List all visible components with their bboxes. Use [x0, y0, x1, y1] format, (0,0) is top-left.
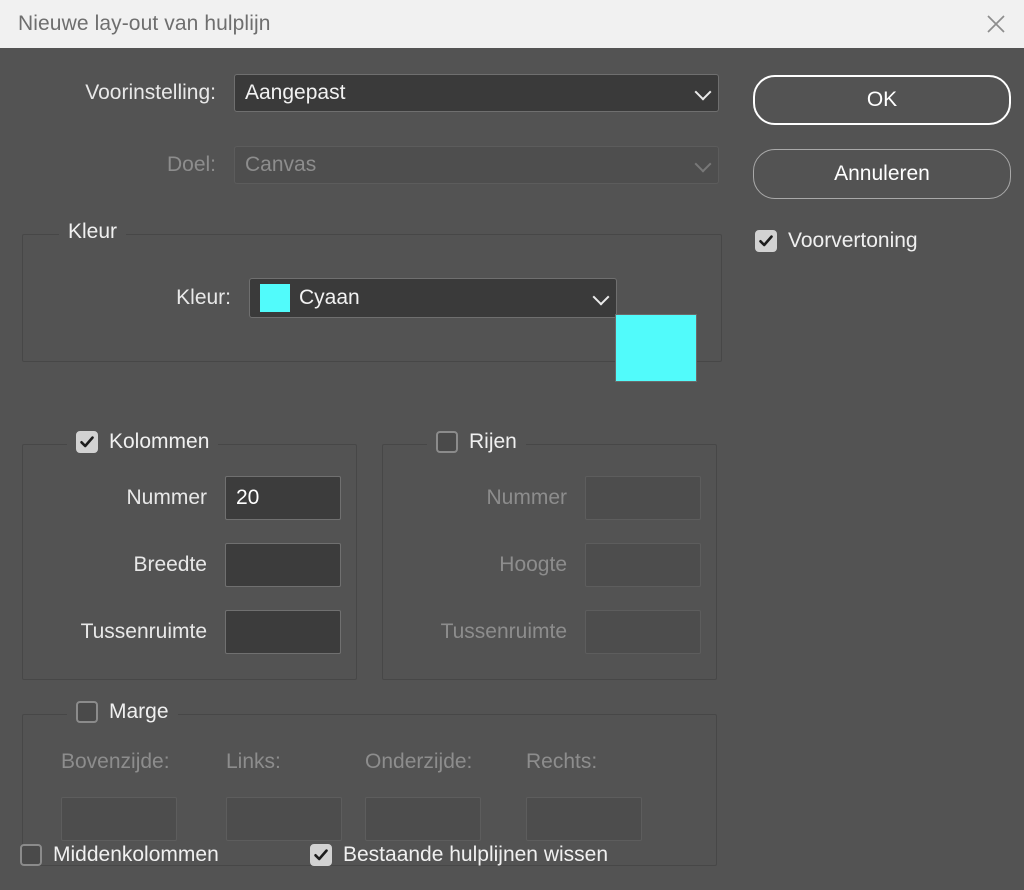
columns-number-input[interactable]: 20 [225, 476, 341, 520]
rows-group-legend-wrap: Rijen [427, 430, 526, 454]
margin-group-legend: Marge [109, 700, 169, 723]
rows-number-label: Nummer [486, 486, 567, 509]
center-columns-checkbox[interactable] [20, 844, 42, 866]
target-select-value: Canvas [245, 153, 317, 176]
ok-button[interactable]: OK [753, 75, 1011, 125]
rows-gutter-label: Tussenruimte [440, 620, 567, 643]
margin-left-label: Links: [226, 750, 281, 773]
margin-top-input [61, 797, 177, 841]
margin-group-legend-wrap: Marge [67, 700, 178, 724]
title-bar: Nieuwe lay-out van hulplijn [0, 0, 1024, 48]
rows-number-input [585, 476, 701, 520]
columns-width-row: Breedte [37, 543, 347, 587]
center-columns-row[interactable]: Middenkolommen [20, 843, 219, 867]
chevron-down-icon [592, 288, 610, 306]
columns-group-legend-wrap: Kolommen [67, 430, 219, 454]
rows-group: Rijen Nummer Hoogte Tussenruimte [382, 430, 717, 680]
ok-button-label: OK [866, 88, 898, 111]
columns-number-label: Nummer [126, 486, 207, 509]
color-field-row: Kleur: Cyaan [133, 278, 617, 318]
rows-gutter-row: Tussenruimte [397, 610, 707, 654]
columns-number-value: 20 [236, 486, 260, 509]
margin-right-label: Rechts: [526, 750, 598, 773]
clear-guides-row[interactable]: Bestaande hulplijnen wissen [310, 843, 608, 867]
color-swatch-mini [260, 284, 290, 312]
rows-gutter-input [585, 610, 701, 654]
columns-gutter-row: Tussenruimte [37, 610, 347, 654]
preset-select-value: Aangepast [245, 81, 346, 104]
color-select[interactable]: Cyaan [249, 278, 617, 318]
rows-group-checkbox[interactable] [436, 431, 458, 453]
margin-bottom-input [365, 797, 481, 841]
margin-left-input [226, 797, 342, 841]
close-icon[interactable] [968, 0, 1024, 48]
cancel-button-label: Annuleren [834, 162, 930, 185]
center-columns-label: Middenkolommen [53, 843, 219, 866]
rows-height-row: Hoogte [397, 543, 707, 587]
margin-group-checkbox[interactable] [76, 701, 98, 723]
color-group: Kleur Kleur: Cyaan [22, 220, 722, 382]
columns-gutter-input[interactable] [225, 610, 341, 654]
color-group-legend: Kleur [59, 220, 127, 244]
chevron-down-icon [694, 83, 712, 101]
target-label: Doel: [166, 153, 216, 176]
rows-group-legend: Rijen [469, 430, 517, 453]
columns-number-row: Nummer 20 [37, 476, 347, 520]
columns-group-legend: Kolommen [109, 430, 210, 453]
window-title: Nieuwe lay-out van hulplijn [18, 12, 271, 35]
rows-height-label: Hoogte [499, 553, 567, 576]
margin-bottom-label: Onderzijde: [365, 750, 473, 773]
preset-row: Voorinstelling: Aangepast [40, 74, 720, 112]
clear-guides-checkbox[interactable] [310, 844, 332, 866]
preview-checkbox[interactable] [755, 230, 777, 252]
target-select: Canvas [234, 146, 719, 184]
color-select-value: Cyaan [299, 286, 360, 309]
chevron-down-icon [694, 155, 712, 173]
columns-width-label: Breedte [133, 553, 207, 576]
columns-gutter-label: Tussenruimte [80, 620, 207, 643]
preview-checkbox-label: Voorvertoning [788, 229, 918, 252]
columns-group-checkbox[interactable] [76, 431, 98, 453]
cancel-button[interactable]: Annuleren [753, 149, 1011, 199]
preset-label: Voorinstelling: [85, 81, 216, 104]
dialog-body: Voorinstelling: Aangepast Doel: Canvas O… [0, 48, 1024, 890]
preview-checkbox-row[interactable]: Voorvertoning [755, 229, 918, 253]
color-preview-swatch[interactable] [615, 314, 697, 382]
margin-right-input [526, 797, 642, 841]
color-field-label: Kleur: [176, 286, 231, 309]
rows-height-input [585, 543, 701, 587]
columns-width-input[interactable] [225, 543, 341, 587]
rows-number-row: Nummer [397, 476, 707, 520]
preset-select[interactable]: Aangepast [234, 74, 719, 112]
margin-top-label: Bovenzijde: [61, 750, 170, 773]
target-row: Doel: Canvas [40, 146, 720, 184]
clear-guides-label: Bestaande hulplijnen wissen [343, 843, 609, 866]
columns-group: Kolommen Nummer 20 Breedte Tussenruimte [22, 430, 357, 680]
